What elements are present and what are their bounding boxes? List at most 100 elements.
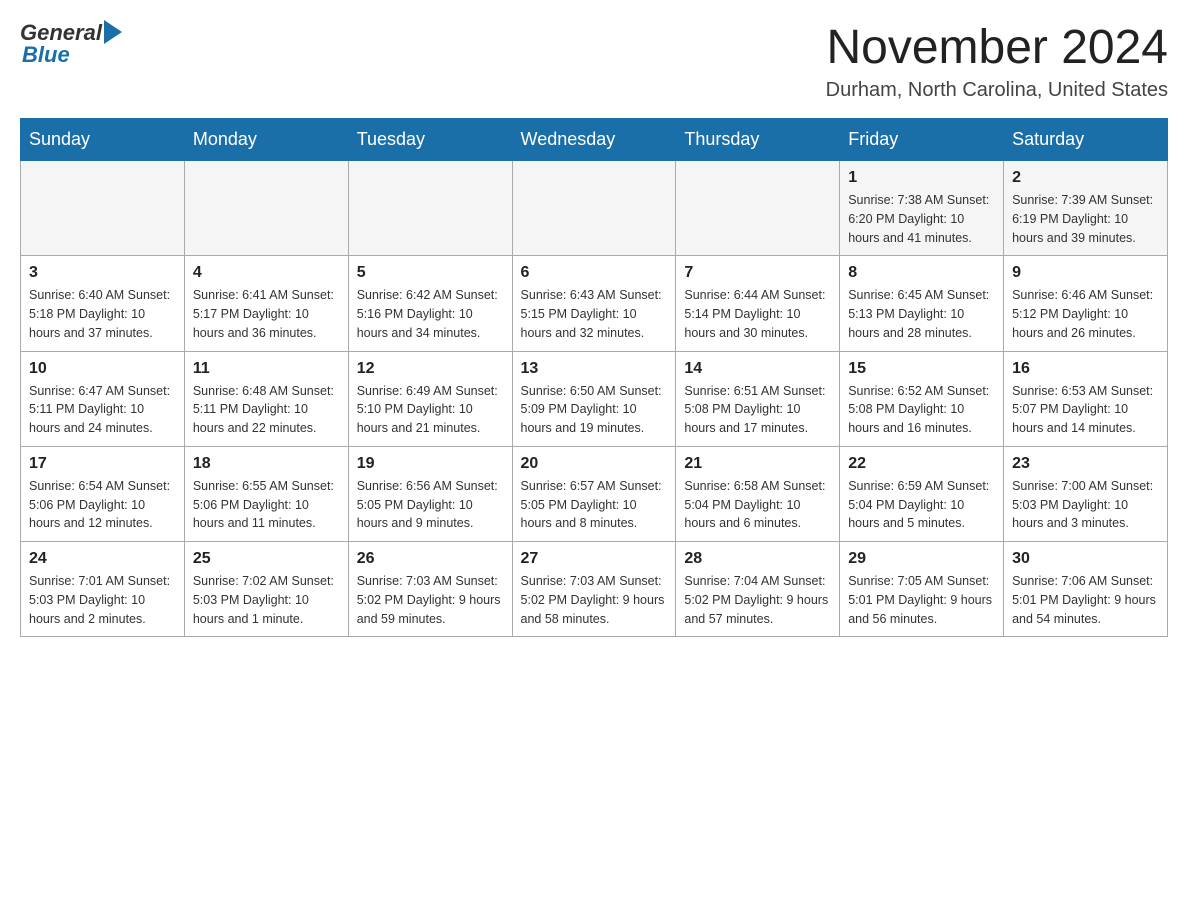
calendar-cell: 11 Sunrise: 6:48 AM Sunset: 5:11 PM Dayli… xyxy=(184,351,348,446)
calendar-cell: 23 Sunrise: 7:00 AM Sunset: 5:03 PM Dayli… xyxy=(1004,446,1168,541)
day-info: Sunrise: 6:58 AM Sunset: 5:04 PM Dayligh… xyxy=(684,477,831,533)
day-number: 7 xyxy=(684,264,831,282)
calendar-cell: 15 Sunrise: 6:52 AM Sunset: 5:08 PM Dayli… xyxy=(840,351,1004,446)
day-number: 4 xyxy=(193,264,340,282)
day-number: 30 xyxy=(1012,550,1159,568)
day-number: 8 xyxy=(848,264,995,282)
day-number: 11 xyxy=(193,360,340,378)
calendar-cell: 5Sunrise: 6:42 AM Sunset: 5:16 PM Daylig… xyxy=(348,256,512,351)
day-info: Sunrise: 6:59 AM Sunset: 5:04 PM Dayligh… xyxy=(848,477,995,533)
day-number: 29 xyxy=(848,550,995,568)
calendar-header-row: SundayMondayTuesdayWednesdayThursdayFrid… xyxy=(21,119,1168,161)
page-header: General Blue November 2024 Durham, North… xyxy=(20,20,1168,102)
day-info: Sunrise: 6:40 AM Sunset: 5:18 PM Dayligh… xyxy=(29,286,176,342)
day-number: 17 xyxy=(29,455,176,473)
day-info: Sunrise: 6:47 AM Sunset: 5:11 PM Dayligh… xyxy=(29,382,176,438)
calendar-cell: 14 Sunrise: 6:51 AM Sunset: 5:08 PM Dayli… xyxy=(676,351,840,446)
day-info: Sunrise: 7:03 AM Sunset: 5:02 PM Dayligh… xyxy=(521,572,668,628)
calendar-cell: 20 Sunrise: 6:57 AM Sunset: 5:05 PM Dayli… xyxy=(512,446,676,541)
calendar-cell: 12 Sunrise: 6:49 AM Sunset: 5:10 PM Dayli… xyxy=(348,351,512,446)
calendar-cell: 13 Sunrise: 6:50 AM Sunset: 5:09 PM Dayli… xyxy=(512,351,676,446)
calendar-cell xyxy=(512,161,676,256)
day-info: Sunrise: 6:49 AM Sunset: 5:10 PM Dayligh… xyxy=(357,382,504,438)
day-info: Sunrise: 7:39 AM Sunset: 6:19 PM Dayligh… xyxy=(1012,191,1159,247)
calendar-cell: 2 Sunrise: 7:39 AM Sunset: 6:19 PM Daylig… xyxy=(1004,161,1168,256)
day-info: Sunrise: 7:02 AM Sunset: 5:03 PM Dayligh… xyxy=(193,572,340,628)
calendar-cell: 9 Sunrise: 6:46 AM Sunset: 5:12 PM Daylig… xyxy=(1004,256,1168,351)
day-info: Sunrise: 7:06 AM Sunset: 5:01 PM Dayligh… xyxy=(1012,572,1159,628)
calendar-cell: 27 Sunrise: 7:03 AM Sunset: 5:02 PM Dayli… xyxy=(512,542,676,637)
calendar-cell: 30 Sunrise: 7:06 AM Sunset: 5:01 PM Dayli… xyxy=(1004,542,1168,637)
day-number: 5 xyxy=(357,264,504,282)
day-number: 19 xyxy=(357,455,504,473)
day-number: 2 xyxy=(1012,169,1159,187)
day-number: 12 xyxy=(357,360,504,378)
calendar-cell: 6Sunrise: 6:43 AM Sunset: 5:15 PM Daylig… xyxy=(512,256,676,351)
calendar-cell xyxy=(348,161,512,256)
calendar-cell: 8 Sunrise: 6:45 AM Sunset: 5:13 PM Daylig… xyxy=(840,256,1004,351)
day-number: 26 xyxy=(357,550,504,568)
calendar-cell: 16 Sunrise: 6:53 AM Sunset: 5:07 PM Dayli… xyxy=(1004,351,1168,446)
logo-arrow-icon xyxy=(104,20,122,44)
calendar-cell xyxy=(21,161,185,256)
calendar-cell: 24Sunrise: 7:01 AM Sunset: 5:03 PM Dayli… xyxy=(21,542,185,637)
day-info: Sunrise: 6:41 AM Sunset: 5:17 PM Dayligh… xyxy=(193,286,340,342)
day-info: Sunrise: 6:48 AM Sunset: 5:11 PM Dayligh… xyxy=(193,382,340,438)
month-title: November 2024 xyxy=(826,20,1168,75)
day-number: 13 xyxy=(521,360,668,378)
day-number: 10 xyxy=(29,360,176,378)
calendar-cell xyxy=(184,161,348,256)
calendar-cell: 28Sunrise: 7:04 AM Sunset: 5:02 PM Dayli… xyxy=(676,542,840,637)
day-info: Sunrise: 6:56 AM Sunset: 5:05 PM Dayligh… xyxy=(357,477,504,533)
logo-blue-text: Blue xyxy=(20,42,70,68)
calendar-week-row-1: 1Sunrise: 7:38 AM Sunset: 6:20 PM Daylig… xyxy=(21,161,1168,256)
calendar-cell: 25 Sunrise: 7:02 AM Sunset: 5:03 PM Dayli… xyxy=(184,542,348,637)
day-info: Sunrise: 6:51 AM Sunset: 5:08 PM Dayligh… xyxy=(684,382,831,438)
calendar-cell: 4 Sunrise: 6:41 AM Sunset: 5:17 PM Daylig… xyxy=(184,256,348,351)
day-info: Sunrise: 7:00 AM Sunset: 5:03 PM Dayligh… xyxy=(1012,477,1159,533)
day-info: Sunrise: 6:44 AM Sunset: 5:14 PM Dayligh… xyxy=(684,286,831,342)
calendar-cell: 18 Sunrise: 6:55 AM Sunset: 5:06 PM Dayli… xyxy=(184,446,348,541)
day-number: 21 xyxy=(684,455,831,473)
day-info: Sunrise: 6:46 AM Sunset: 5:12 PM Dayligh… xyxy=(1012,286,1159,342)
day-number: 18 xyxy=(193,455,340,473)
calendar-week-row-4: 17 Sunrise: 6:54 AM Sunset: 5:06 PM Dayli… xyxy=(21,446,1168,541)
calendar-cell: 19 Sunrise: 6:56 AM Sunset: 5:05 PM Dayli… xyxy=(348,446,512,541)
day-number: 27 xyxy=(521,550,668,568)
day-number: 14 xyxy=(684,360,831,378)
day-info: Sunrise: 6:52 AM Sunset: 5:08 PM Dayligh… xyxy=(848,382,995,438)
calendar-cell: 17 Sunrise: 6:54 AM Sunset: 5:06 PM Dayli… xyxy=(21,446,185,541)
day-info: Sunrise: 6:53 AM Sunset: 5:07 PM Dayligh… xyxy=(1012,382,1159,438)
day-number: 6 xyxy=(521,264,668,282)
calendar-header-friday: Friday xyxy=(840,119,1004,161)
calendar-week-row-3: 10 Sunrise: 6:47 AM Sunset: 5:11 PM Dayli… xyxy=(21,351,1168,446)
day-number: 25 xyxy=(193,550,340,568)
calendar-header-wednesday: Wednesday xyxy=(512,119,676,161)
day-info: Sunrise: 6:54 AM Sunset: 5:06 PM Dayligh… xyxy=(29,477,176,533)
day-info: Sunrise: 6:50 AM Sunset: 5:09 PM Dayligh… xyxy=(521,382,668,438)
day-number: 9 xyxy=(1012,264,1159,282)
day-number: 23 xyxy=(1012,455,1159,473)
day-number: 20 xyxy=(521,455,668,473)
day-info: Sunrise: 7:01 AM Sunset: 5:03 PM Dayligh… xyxy=(29,572,176,628)
day-info: Sunrise: 6:55 AM Sunset: 5:06 PM Dayligh… xyxy=(193,477,340,533)
day-info: Sunrise: 6:57 AM Sunset: 5:05 PM Dayligh… xyxy=(521,477,668,533)
calendar-header-saturday: Saturday xyxy=(1004,119,1168,161)
day-number: 1 xyxy=(848,169,995,187)
logo: General Blue xyxy=(20,20,122,68)
calendar-week-row-2: 3Sunrise: 6:40 AM Sunset: 5:18 PM Daylig… xyxy=(21,256,1168,351)
day-info: Sunrise: 6:45 AM Sunset: 5:13 PM Dayligh… xyxy=(848,286,995,342)
day-number: 16 xyxy=(1012,360,1159,378)
calendar-table: SundayMondayTuesdayWednesdayThursdayFrid… xyxy=(20,118,1168,637)
calendar-cell: 26 Sunrise: 7:03 AM Sunset: 5:02 PM Dayli… xyxy=(348,542,512,637)
calendar-week-row-5: 24Sunrise: 7:01 AM Sunset: 5:03 PM Dayli… xyxy=(21,542,1168,637)
calendar-header-sunday: Sunday xyxy=(21,119,185,161)
location-text: Durham, North Carolina, United States xyxy=(826,79,1168,102)
calendar-header-thursday: Thursday xyxy=(676,119,840,161)
day-info: Sunrise: 7:03 AM Sunset: 5:02 PM Dayligh… xyxy=(357,572,504,628)
calendar-cell: 22Sunrise: 6:59 AM Sunset: 5:04 PM Dayli… xyxy=(840,446,1004,541)
calendar-cell: 1Sunrise: 7:38 AM Sunset: 6:20 PM Daylig… xyxy=(840,161,1004,256)
calendar-cell: 10 Sunrise: 6:47 AM Sunset: 5:11 PM Dayli… xyxy=(21,351,185,446)
day-number: 15 xyxy=(848,360,995,378)
calendar-cell: 3Sunrise: 6:40 AM Sunset: 5:18 PM Daylig… xyxy=(21,256,185,351)
